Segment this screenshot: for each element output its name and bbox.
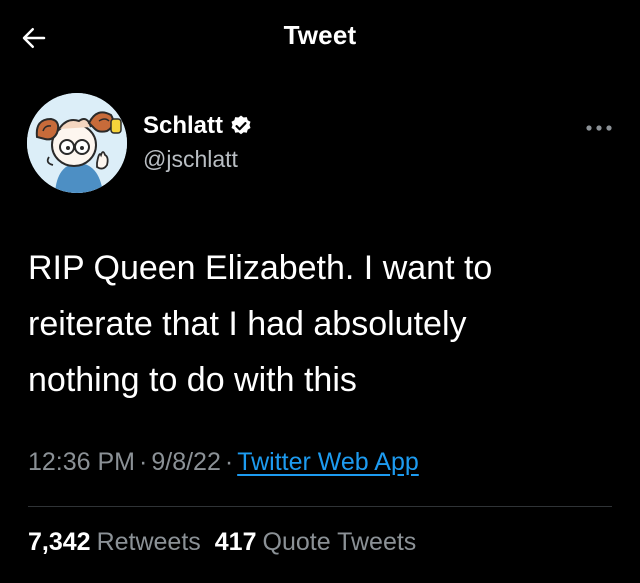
- quote-tweets-label: Quote Tweets: [262, 528, 417, 556]
- avatar-cartoon-ram-icon: [27, 93, 127, 193]
- divider: [28, 506, 612, 507]
- meta-separator: ·: [224, 448, 234, 476]
- tweet-stats: 7,342 Retweets 417 Quote Tweets: [28, 528, 416, 557]
- author-handle[interactable]: @jschlatt: [143, 146, 253, 173]
- more-options-button[interactable]: [583, 118, 615, 138]
- tweet-header: Tweet: [0, 0, 640, 72]
- quote-tweets-count: 417: [214, 528, 257, 556]
- author-display-name[interactable]: Schlatt: [143, 112, 223, 140]
- quote-tweets-stat[interactable]: 417 Quote Tweets: [215, 528, 417, 557]
- meta-separator: ·: [139, 448, 148, 476]
- tweet-time[interactable]: 12:36 PM: [28, 448, 135, 476]
- retweets-count: 7,342: [28, 528, 91, 556]
- verified-badge-icon: [229, 114, 253, 138]
- tweet-source-link[interactable]: Twitter Web App: [237, 448, 419, 476]
- retweets-label: Retweets: [96, 528, 201, 556]
- page-title: Tweet: [283, 20, 357, 50]
- author-info[interactable]: Schlatt @jschlatt: [143, 112, 253, 173]
- more-options-icon: [586, 125, 612, 131]
- tweet-date[interactable]: 9/8/22: [151, 448, 221, 476]
- retweets-stat[interactable]: 7,342 Retweets: [28, 528, 201, 557]
- author-avatar[interactable]: [27, 93, 127, 193]
- tweet-meta: 12:36 PM · 9/8/22 · Twitter Web App: [28, 448, 419, 477]
- tweet-text: RIP Queen Elizabeth. I want to reiterate…: [28, 249, 493, 399]
